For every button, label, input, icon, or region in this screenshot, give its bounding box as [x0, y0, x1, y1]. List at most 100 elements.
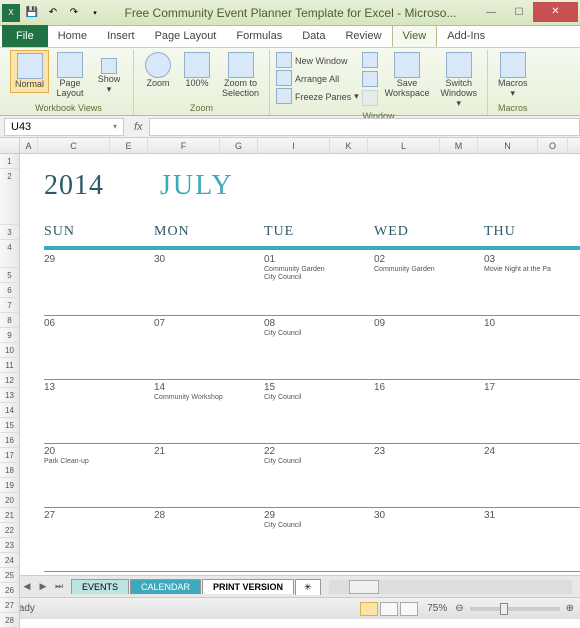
excel-icon[interactable]: X — [2, 4, 20, 22]
zoom-slider[interactable] — [470, 607, 560, 611]
fx-icon[interactable]: fx — [128, 121, 149, 133]
calendar-day[interactable]: 02Community Garden — [374, 252, 484, 315]
row-header[interactable]: 8 — [0, 313, 19, 328]
row-header[interactable]: 14 — [0, 403, 19, 418]
row-header[interactable]: 2 — [0, 169, 19, 225]
normal-view-icon[interactable] — [360, 602, 378, 616]
page-layout-button[interactable]: Page Layout — [52, 50, 88, 101]
calendar-day[interactable]: 23 — [374, 444, 484, 507]
row-header[interactable]: 9 — [0, 328, 19, 343]
save-icon[interactable]: 💾 — [23, 4, 41, 22]
row-header[interactable]: 3 — [0, 225, 19, 240]
col-header[interactable]: M — [440, 138, 478, 153]
file-tab[interactable]: File — [2, 25, 48, 47]
row-header[interactable]: 12 — [0, 373, 19, 388]
tab-home[interactable]: Home — [48, 25, 97, 47]
last-sheet-button[interactable]: ⏭ — [52, 581, 66, 592]
horizontal-scrollbar[interactable] — [329, 580, 572, 594]
name-box[interactable]: U43▾ — [4, 118, 124, 136]
zoom-level[interactable]: 75% — [427, 603, 447, 614]
calendar-day[interactable]: 09 — [374, 316, 484, 379]
calendar-day[interactable]: 30 — [154, 252, 264, 315]
row-header[interactable]: 24 — [0, 553, 19, 568]
row-header[interactable]: 10 — [0, 343, 19, 358]
col-header[interactable]: E — [110, 138, 148, 153]
freeze-panes-button[interactable]: Freeze Panes ▾ — [276, 88, 359, 105]
row-header[interactable]: 23 — [0, 538, 19, 553]
select-all-corner[interactable] — [0, 138, 20, 153]
row-header[interactable]: 1 — [0, 154, 19, 169]
calendar-day[interactable]: 24 — [484, 444, 580, 507]
calendar-day[interactable]: 08City Council — [264, 316, 374, 379]
tab-addins[interactable]: Add-Ins — [437, 25, 495, 47]
col-header[interactable]: A — [20, 138, 38, 153]
calendar-day[interactable]: 31 — [484, 508, 580, 571]
row-header[interactable]: 21 — [0, 508, 19, 523]
tab-formulas[interactable]: Formulas — [226, 25, 292, 47]
col-header[interactable]: L — [368, 138, 440, 153]
row-header[interactable]: 13 — [0, 388, 19, 403]
calendar-day[interactable]: 30 — [374, 508, 484, 571]
zoom-selection-button[interactable]: Zoom to Selection — [218, 50, 263, 101]
row-header[interactable]: 26 — [0, 583, 19, 598]
row-header[interactable]: 19 — [0, 478, 19, 493]
maximize-button[interactable]: ☐ — [505, 4, 533, 22]
new-window-button[interactable]: New Window — [276, 52, 359, 69]
col-header[interactable]: K — [330, 138, 368, 153]
row-header[interactable]: 16 — [0, 433, 19, 448]
sheet-tab-calendar[interactable]: CALENDAR — [130, 579, 201, 594]
tab-data[interactable]: Data — [292, 25, 335, 47]
next-sheet-button[interactable]: ▶ — [36, 581, 50, 592]
zoom-100-button[interactable]: 100% — [179, 50, 215, 91]
show-button[interactable]: Show▾ — [91, 50, 127, 97]
normal-view-button[interactable]: Normal — [10, 50, 49, 93]
split-icon[interactable] — [362, 52, 378, 68]
row-header[interactable]: 17 — [0, 448, 19, 463]
minimize-button[interactable]: — — [477, 4, 505, 22]
col-header[interactable]: F — [148, 138, 220, 153]
sheet-content[interactable]: 2014 JULY SUN MON TUE WED THU 293001Comm… — [20, 154, 580, 575]
col-header[interactable]: N — [478, 138, 538, 153]
zoom-thumb[interactable] — [500, 603, 508, 615]
row-header[interactable]: 15 — [0, 418, 19, 433]
calendar-day[interactable]: 21 — [154, 444, 264, 507]
calendar-day[interactable]: 01Community GardenCity Council — [264, 252, 374, 315]
row-header[interactable]: 7 — [0, 298, 19, 313]
row-header[interactable]: 18 — [0, 463, 19, 478]
col-header[interactable]: I — [258, 138, 330, 153]
calendar-day[interactable]: 13 — [44, 380, 154, 443]
tab-review[interactable]: Review — [335, 25, 391, 47]
row-header[interactable]: 4 — [0, 240, 19, 268]
zoom-button[interactable]: Zoom — [140, 50, 176, 91]
zoom-out-button[interactable]: ⊖ — [455, 603, 463, 614]
calendar-day[interactable]: 20Park Clean-up — [44, 444, 154, 507]
row-header[interactable]: 22 — [0, 523, 19, 538]
save-workspace-button[interactable]: Save Workspace — [381, 50, 434, 101]
calendar-day[interactable]: 28 — [154, 508, 264, 571]
close-button[interactable]: ✕ — [533, 2, 578, 22]
undo-icon[interactable]: ↶ — [44, 4, 62, 22]
row-header[interactable]: 25 — [0, 568, 19, 583]
tab-insert[interactable]: Insert — [97, 25, 145, 47]
arrange-all-button[interactable]: Arrange All — [276, 70, 359, 87]
row-header[interactable]: 6 — [0, 283, 19, 298]
row-header[interactable]: 20 — [0, 493, 19, 508]
sheet-tab-events[interactable]: EVENTS — [71, 579, 129, 594]
col-header[interactable]: G — [220, 138, 258, 153]
calendar-day[interactable]: 14Community Workshop — [154, 380, 264, 443]
macros-button[interactable]: Macros▾ — [494, 50, 532, 101]
new-sheet-button[interactable]: ✳ — [295, 579, 321, 595]
qat-dropdown-icon[interactable]: ▾ — [86, 4, 104, 22]
calendar-day[interactable]: 07 — [154, 316, 264, 379]
page-break-view-icon[interactable] — [400, 602, 418, 616]
prev-sheet-button[interactable]: ◀ — [20, 581, 34, 592]
calendar-day[interactable]: 17 — [484, 380, 580, 443]
calendar-day[interactable]: 29City Council — [264, 508, 374, 571]
row-header[interactable]: 11 — [0, 358, 19, 373]
hide-icon[interactable] — [362, 71, 378, 87]
tab-view[interactable]: View — [392, 25, 438, 47]
switch-windows-button[interactable]: Switch Windows▾ — [436, 50, 481, 111]
calendar-day[interactable]: 29 — [44, 252, 154, 315]
row-header[interactable]: 5 — [0, 268, 19, 283]
scroll-thumb[interactable] — [349, 580, 379, 594]
